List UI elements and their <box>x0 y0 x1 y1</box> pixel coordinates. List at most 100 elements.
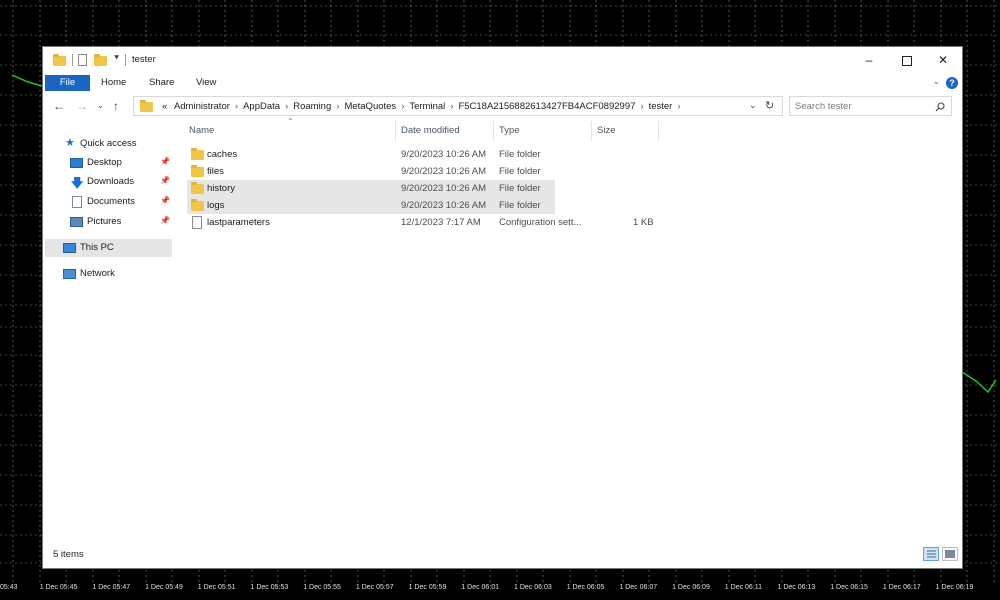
breadcrumb-item[interactable]: Roaming <box>293 101 331 112</box>
file-type: File folder <box>499 183 541 194</box>
column-divider[interactable] <box>395 121 396 141</box>
breadcrumb-overflow[interactable]: « <box>162 101 167 112</box>
config-file-icon <box>192 216 202 229</box>
file-name: files <box>207 166 224 177</box>
column-header-date-modified[interactable]: Date modified <box>401 125 460 143</box>
network-icon <box>63 269 76 279</box>
document-icon <box>72 196 82 208</box>
pin-icon[interactable]: 📌 <box>160 176 170 185</box>
column-divider[interactable] <box>658 121 659 141</box>
large-icons-view-icon <box>945 550 955 558</box>
desktop-icon <box>70 158 83 168</box>
forward-arrow-icon[interactable]: → <box>76 99 88 113</box>
back-arrow-icon[interactable]: ← <box>53 99 65 113</box>
folder-icon <box>140 100 153 112</box>
nav-label: This PC <box>80 242 114 253</box>
help-icon[interactable]: ? <box>946 77 958 89</box>
column-divider[interactable] <box>591 121 592 141</box>
nav-item-documents[interactable]: Documents 📌 <box>45 193 172 211</box>
search-input[interactable]: Search tester <box>789 96 952 116</box>
table-row[interactable]: files 9/20/2023 10:26 AM File folder <box>187 163 555 180</box>
time-axis-label: 1 Dec 05:47 <box>92 584 131 591</box>
file-explorer-window: ⯆ tester – ✕ File Home Share View ⌄ ? ← … <box>42 46 963 569</box>
expand-ribbon-chevron-icon[interactable]: ⌄ <box>932 76 940 87</box>
nav-item-downloads[interactable]: 🡇 Downloads 📌 <box>45 173 172 191</box>
refresh-icon[interactable]: ↻ <box>765 99 774 112</box>
file-date: 9/20/2023 10:26 AM <box>401 166 487 177</box>
folder-icon <box>53 54 66 66</box>
time-axis-label: 1 Dec 05:45 <box>39 584 78 591</box>
pin-icon[interactable]: 📌 <box>160 196 170 205</box>
breadcrumb-item[interactable]: tester <box>649 101 673 112</box>
nav-label: Documents <box>87 196 136 207</box>
file-name: caches <box>207 149 238 160</box>
tab-share[interactable]: Share <box>149 75 174 91</box>
recent-locations-chevron-icon[interactable]: ⌄ <box>97 101 104 110</box>
file-date: 12/1/2023 7:17 AM <box>401 217 481 228</box>
column-header-size[interactable]: Size <box>597 125 615 143</box>
file-name: lastparameters <box>207 217 270 228</box>
large-icons-view-button[interactable] <box>942 547 958 561</box>
file-date: 9/20/2023 10:26 AM <box>401 183 487 194</box>
computer-icon <box>63 243 76 253</box>
table-row[interactable]: history 9/20/2023 10:26 AM File folder <box>187 180 555 197</box>
nav-label: Network <box>80 268 115 279</box>
folder-icon <box>191 199 204 211</box>
column-header-name[interactable]: Name <box>189 125 214 143</box>
table-row[interactable]: logs 9/20/2023 10:26 AM File folder <box>187 197 555 214</box>
breadcrumb[interactable]: « Administrator › AppData › Roaming › MetaQuot… <box>133 96 783 116</box>
close-button[interactable]: ✕ <box>931 51 955 69</box>
close-icon: ✕ <box>937 53 949 67</box>
table-row[interactable]: caches 9/20/2023 10:26 AM File folder <box>187 146 555 163</box>
time-axis-label: 1 Dec 06:05 <box>566 584 605 591</box>
new-folder-icon[interactable] <box>94 54 107 66</box>
breadcrumb-separator: › <box>640 101 644 112</box>
tab-home[interactable]: Home <box>101 75 126 91</box>
time-axis-label: 1 Dec 06:13 <box>777 584 816 591</box>
folder-icon <box>191 165 204 177</box>
folder-icon <box>191 148 204 160</box>
column-header-type[interactable]: Type <box>499 125 520 143</box>
nav-item-quick-access[interactable]: ★ Quick access <box>45 135 172 153</box>
column-divider[interactable] <box>493 121 494 141</box>
minimize-button[interactable]: – <box>857 51 881 69</box>
breadcrumb-item[interactable]: F5C18A2156882613427FB4ACF0892997 <box>458 101 635 112</box>
address-history-chevron-icon[interactable]: ⌄ <box>749 100 757 111</box>
nav-item-pictures[interactable]: Pictures 📌 <box>45 213 172 231</box>
time-axis-label: 1 Dec 05:59 <box>408 584 447 591</box>
address-row: ← → ⌄ ↑ « Administrator › AppData › Roaming ›… <box>43 95 962 119</box>
nav-item-network[interactable]: Network <box>45 265 172 283</box>
properties-icon[interactable] <box>78 54 87 66</box>
table-row[interactable]: lastparameters 12/1/2023 7:17 AM Configu… <box>187 214 654 231</box>
maximize-button[interactable] <box>895 51 919 69</box>
time-axis-label: 1 Dec 06:03 <box>514 584 552 591</box>
pin-icon[interactable]: 📌 <box>160 216 170 225</box>
time-axis: 05:43 1 Dec 05:45 1 Dec 05:47 1 Dec 05:49 1 … <box>0 582 1000 600</box>
breadcrumb-separator: › <box>450 101 454 112</box>
file-name: logs <box>207 200 225 211</box>
time-axis-label: 1 Dec 06:19 <box>935 584 974 591</box>
download-arrow-icon: 🡇 <box>71 176 84 190</box>
nav-item-desktop[interactable]: Desktop 📌 <box>45 154 172 172</box>
time-axis-label: 1 Dec 05:55 <box>303 584 341 591</box>
breadcrumb-item[interactable]: Administrator <box>170 101 230 112</box>
breadcrumb-item[interactable]: MetaQuotes <box>344 101 396 112</box>
customize-toolbar-icon[interactable]: ⯆ <box>113 53 120 64</box>
nav-label: Pictures <box>87 216 122 227</box>
time-axis-label: 1 Dec 06:11 <box>724 584 763 591</box>
breadcrumb-item[interactable]: AppData <box>243 101 280 112</box>
breadcrumb-separator: › <box>234 101 239 112</box>
up-arrow-icon[interactable]: ↑ <box>113 99 119 113</box>
toolbar-separator <box>72 54 73 66</box>
details-view-button[interactable] <box>923 547 939 561</box>
navigation-pane: ★ Quick access Desktop 📌 🡇 Downloads 📌 D… <box>45 127 173 547</box>
file-date: 9/20/2023 10:26 AM <box>401 200 487 211</box>
pin-icon[interactable]: 📌 <box>160 157 170 166</box>
tab-file[interactable]: File <box>45 75 90 91</box>
ribbon-tabs: File Home Share View ⌄ ? <box>43 73 962 93</box>
nav-item-this-pc[interactable]: This PC <box>45 239 172 257</box>
time-axis-label: 1 Dec 05:57 <box>355 584 394 591</box>
time-axis-label: 1 Dec 05:51 <box>197 584 236 591</box>
breadcrumb-item[interactable]: Terminal <box>409 101 445 112</box>
tab-view[interactable]: View <box>196 75 216 91</box>
